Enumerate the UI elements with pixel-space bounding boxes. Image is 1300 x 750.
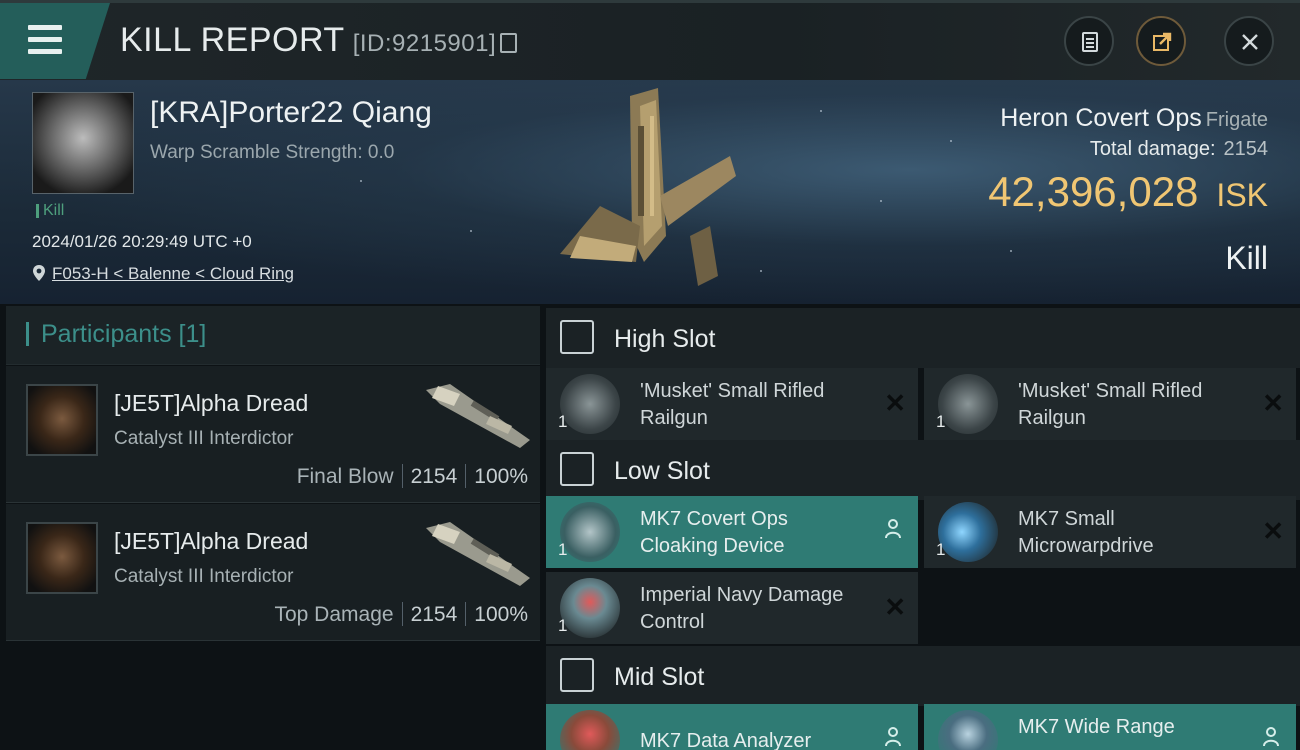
module-name: MK7 Covert Ops Cloaking Device bbox=[640, 508, 788, 557]
victim-name[interactable]: [KRA]Porter22 Qiang bbox=[150, 96, 432, 130]
microwarpdrive-icon bbox=[938, 502, 998, 562]
menu-icon-bar bbox=[28, 37, 62, 42]
low-slot-header: Low Slot bbox=[546, 440, 1300, 500]
module-item[interactable]: 1 Imperial Navy Damage Control ✕ bbox=[546, 572, 918, 644]
participant-ship: Catalyst III Interdictor bbox=[114, 566, 294, 587]
participant-row[interactable]: [JE5T]Alpha Dread Catalyst III Interdict… bbox=[6, 504, 540, 641]
participants-title: Participants [1] bbox=[26, 322, 206, 347]
destroyed-x-icon: ✕ bbox=[884, 592, 906, 622]
module-name: 'Musket' Small Rifled Railgun bbox=[1018, 380, 1203, 429]
share-icon bbox=[1153, 32, 1172, 51]
victim-ship-render[interactable] bbox=[540, 86, 760, 296]
mid-slot-label: Mid Slot bbox=[614, 663, 705, 691]
total-damage-label: Total damage: bbox=[1089, 138, 1216, 160]
slot-icon bbox=[560, 452, 594, 486]
report-id: [ID:9215901] bbox=[352, 30, 497, 57]
wide-range-icon bbox=[938, 710, 998, 750]
participant-ship-image bbox=[426, 522, 530, 586]
page-title: KILL REPORT [ID:9215901] bbox=[120, 21, 518, 60]
railgun-icon bbox=[938, 374, 998, 434]
participant-avatar[interactable] bbox=[26, 522, 98, 594]
module-name: MK7 Wide Range bbox=[1018, 716, 1175, 738]
railgun-icon bbox=[560, 374, 620, 434]
module-name: Imperial Navy Damage Control bbox=[640, 584, 844, 633]
data-analyzer-icon bbox=[560, 710, 620, 750]
clipboard-icon bbox=[1082, 32, 1098, 52]
high-slot-label: High Slot bbox=[614, 325, 716, 353]
participant-percent: 100% bbox=[474, 603, 528, 626]
share-button[interactable] bbox=[1136, 16, 1186, 66]
menu-icon-bar bbox=[28, 49, 62, 54]
module-item[interactable]: 1 MK7 Covert Ops Cloaking Device bbox=[546, 496, 918, 568]
module-name: MK7 Data Analyzer bbox=[640, 730, 812, 750]
dropped-person-icon bbox=[885, 727, 901, 747]
module-name: MK7 Small Microwarpdrive bbox=[1018, 508, 1154, 557]
top-bar: KILL REPORT [ID:9215901] bbox=[0, 0, 1300, 80]
participant-row[interactable]: [JE5T]Alpha Dread Catalyst III Interdict… bbox=[6, 366, 540, 503]
ship-name: Heron Covert Ops bbox=[1000, 104, 1202, 132]
close-button[interactable] bbox=[1224, 16, 1274, 66]
module-item[interactable]: 1 'Musket' Small Rifled Railgun ✕ bbox=[546, 368, 918, 440]
victim-panel: [KRA]Porter22 Qiang Warp Scramble Streng… bbox=[0, 80, 1300, 304]
module-item[interactable]: MK7 Data Analyzer bbox=[546, 704, 918, 750]
kill-result: Kill bbox=[1225, 240, 1268, 276]
module-name: 'Musket' Small Rifled Railgun bbox=[640, 380, 825, 429]
participant-name: [JE5T]Alpha Dread bbox=[114, 528, 309, 554]
dropped-person-icon bbox=[1263, 727, 1279, 747]
destroyed-x-icon: ✕ bbox=[1262, 388, 1284, 418]
warp-scramble-strength: Warp Scramble Strength: 0.0 bbox=[150, 142, 395, 163]
module-item[interactable]: 1 'Musket' Small Rifled Railgun ✕ bbox=[924, 368, 1296, 440]
close-icon bbox=[1242, 34, 1258, 50]
damage-control-icon bbox=[560, 578, 620, 638]
slot-icon bbox=[560, 658, 594, 692]
module-qty: 1 bbox=[558, 540, 568, 559]
participant-name: [JE5T]Alpha Dread bbox=[114, 390, 309, 416]
kill-location[interactable]: F053-H < Balenne < Cloud Ring bbox=[32, 264, 294, 284]
kill-datetime: 2024/01/26 20:29:49 UTC +0 bbox=[32, 232, 252, 251]
module-item[interactable]: MK7 Wide Range bbox=[924, 704, 1296, 750]
mid-slot-header: Mid Slot bbox=[546, 646, 1300, 706]
participant-role: Top Damage bbox=[274, 603, 394, 626]
isk-unit: ISK bbox=[1216, 177, 1268, 213]
total-damage: Total damage: 2154 bbox=[1090, 138, 1268, 161]
clipboard-button[interactable] bbox=[1064, 16, 1114, 66]
participant-avatar[interactable] bbox=[26, 384, 98, 456]
module-qty: 1 bbox=[558, 412, 568, 431]
participants-header: Participants [1] bbox=[6, 306, 540, 365]
participant-stats: Top Damage 2154 100% bbox=[274, 602, 528, 627]
isk-amount: 42,396,028 bbox=[988, 168, 1199, 215]
module-item[interactable]: 1 MK7 Small Microwarpdrive ✕ bbox=[924, 496, 1296, 568]
module-qty: 1 bbox=[558, 616, 568, 635]
location-pin-icon bbox=[33, 265, 45, 281]
location-link[interactable]: F053-H < Balenne < Cloud Ring bbox=[52, 264, 294, 283]
low-slot-label: Low Slot bbox=[614, 457, 710, 485]
victim-ship[interactable]: Heron Covert Ops Frigate bbox=[1000, 104, 1268, 133]
participant-damage: 2154 bbox=[410, 465, 458, 488]
victim-portrait[interactable] bbox=[32, 92, 134, 194]
high-slot-header: High Slot bbox=[546, 308, 1300, 368]
kill-tag: Kill bbox=[36, 203, 64, 219]
module-qty: 1 bbox=[936, 412, 946, 431]
total-damage-value: 2154 bbox=[1223, 138, 1269, 160]
destroyed-x-icon: ✕ bbox=[884, 388, 906, 418]
copy-icon[interactable] bbox=[500, 33, 518, 53]
isk-value: 42,396,028 ISK bbox=[988, 168, 1268, 216]
title-text: KILL REPORT bbox=[120, 21, 345, 59]
module-qty: 1 bbox=[936, 540, 946, 559]
participants-panel: Participants [1] [JE5T]Alpha Dread Catal… bbox=[6, 306, 540, 750]
participant-damage: 2154 bbox=[410, 603, 458, 626]
participant-percent: 100% bbox=[474, 465, 528, 488]
fitting-panel: High Slot 1 'Musket' Small Rifled Railgu… bbox=[546, 306, 1300, 750]
cloaking-device-icon bbox=[560, 502, 620, 562]
dropped-person-icon bbox=[885, 519, 901, 539]
participant-role: Final Blow bbox=[296, 465, 394, 488]
menu-icon bbox=[28, 25, 62, 30]
participant-ship: Catalyst III Interdictor bbox=[114, 428, 294, 449]
slot-icon bbox=[560, 320, 594, 354]
participant-stats: Final Blow 2154 100% bbox=[297, 464, 528, 489]
participant-ship-image bbox=[426, 384, 530, 448]
menu-button[interactable] bbox=[0, 3, 110, 79]
destroyed-x-icon: ✕ bbox=[1262, 516, 1284, 546]
ship-class: Frigate bbox=[1205, 109, 1268, 131]
